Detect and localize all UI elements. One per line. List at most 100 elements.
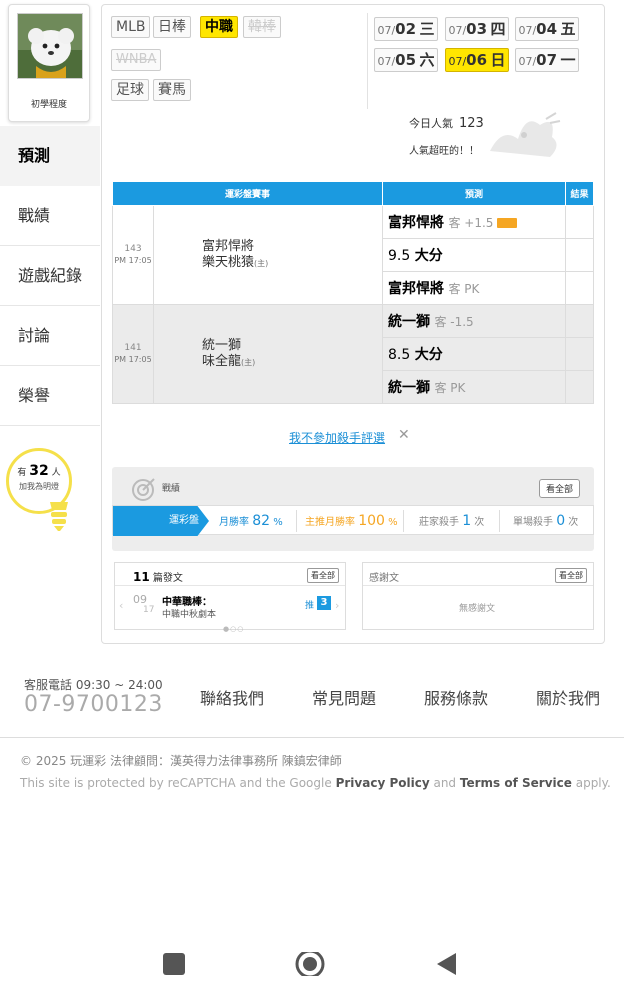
date-tab-0702[interactable]: 07/02 三 xyxy=(374,17,438,41)
date-tab-0705[interactable]: 07/05 六 xyxy=(374,48,438,72)
date-weekday: 四 xyxy=(490,20,506,38)
post-date-day: 17 xyxy=(143,605,155,615)
league-tab-soccer[interactable]: 足球 xyxy=(111,79,149,101)
pred-main: 統一獅 xyxy=(388,314,430,330)
popularity: 今日人氣 123 xyxy=(409,115,484,131)
pred-bold: 大分 xyxy=(414,347,443,363)
bulb-count-line: 有 32 人 xyxy=(9,463,69,479)
stat-unit: 次 xyxy=(474,517,485,528)
footer-link-terms[interactable]: 服務條款 xyxy=(424,685,488,709)
date-md: 07/ xyxy=(448,55,467,68)
league-tab-cpbl[interactable]: 中職 xyxy=(200,16,238,38)
circle-nav-icon[interactable] xyxy=(294,952,326,976)
posts-view-all-button[interactable]: 看全部 xyxy=(307,568,339,583)
date-tab-0703[interactable]: 07/03 四 xyxy=(445,17,509,41)
game-number: 143 PM 17:05 xyxy=(112,205,154,305)
post-subtitle[interactable]: 中職中秋劇本 xyxy=(162,607,216,620)
posts-label: 篇發文 xyxy=(152,573,183,584)
footer-link-about[interactable]: 關於我們 xyxy=(536,685,600,709)
thanks-title: 感謝文 xyxy=(369,573,399,584)
chevron-left-icon[interactable]: ‹ xyxy=(119,599,123,612)
pred-bold: 大分 xyxy=(414,248,443,264)
prediction-cell: 統一獅 客 -1.5 xyxy=(382,304,566,338)
post-title[interactable]: 中華職棒： xyxy=(162,593,212,608)
stat-value: 0 xyxy=(556,513,566,529)
sidebar-item-honor[interactable]: 榮譽 xyxy=(0,366,100,426)
home-team: 味全龍 xyxy=(202,353,242,369)
record-tab-sports-lottery[interactable]: 運彩盤 xyxy=(113,506,209,536)
prediction-cell: 統一獅 客 PK xyxy=(382,370,566,404)
result-cell xyxy=(565,337,594,371)
result-cell xyxy=(565,304,594,338)
game-time: PM 17:05 xyxy=(114,355,152,364)
sidebar-item-discussion[interactable]: 討論 xyxy=(0,306,100,366)
league-tab-kbo[interactable]: 韓棒 xyxy=(243,16,281,38)
prediction-cell: 富邦悍將 客 PK xyxy=(382,271,566,305)
games-table: 運彩盤賽事 預測 結果 143 PM 17:05 富邦悍將 樂天桃猿(主) 富邦悍將… xyxy=(112,181,594,404)
posts-title: 11 篇發文 xyxy=(133,569,183,584)
avatar[interactable] xyxy=(17,13,83,79)
record-view-all-button[interactable]: 看全部 xyxy=(538,479,580,498)
game-teams[interactable]: 富邦悍將 樂天桃猿(主) xyxy=(153,205,383,305)
main-pick-badge xyxy=(497,218,518,228)
date-md: 07/ xyxy=(518,55,537,68)
back-nav-icon[interactable] xyxy=(434,952,458,976)
header-result: 結果 xyxy=(565,181,594,206)
date-weekday: 一 xyxy=(560,51,576,69)
divider xyxy=(296,510,297,532)
stat-unit: % xyxy=(273,517,283,528)
game-teams[interactable]: 統一獅 味全龍(主) xyxy=(153,304,383,404)
date-tab-0704[interactable]: 07/04 五 xyxy=(515,17,579,41)
date-tab-0706[interactable]: 07/06 日 xyxy=(445,48,509,72)
chevron-right-icon[interactable]: › xyxy=(335,599,339,612)
privacy-policy-link[interactable]: Privacy Policy xyxy=(336,776,430,790)
mascot-icon xyxy=(490,112,561,157)
date-weekday: 六 xyxy=(419,51,435,69)
user-level: 初學程度 xyxy=(30,100,67,110)
stat-label: 單場殺手 xyxy=(513,517,553,528)
game-num: 141 xyxy=(124,343,142,353)
recaptcha-apply: apply. xyxy=(575,776,611,790)
footer-link-contact[interactable]: 聯絡我們 xyxy=(200,685,264,709)
date-day: 06 xyxy=(466,51,488,69)
support-hours: 客服電話 09:30 ~ 24:00 xyxy=(24,678,163,692)
sidebar-item-record[interactable]: 戰績 xyxy=(0,186,100,246)
divider xyxy=(367,13,368,109)
home-team: 樂天桃猿 xyxy=(202,254,255,270)
stat-label: 莊家殺手 xyxy=(419,517,459,528)
single-game-killer: 單場殺手 0 次 xyxy=(513,506,578,536)
pred-main: 富邦悍將 xyxy=(388,281,444,297)
profile-card[interactable]: 初學程度 xyxy=(8,4,90,122)
league-tab-wnba[interactable]: WNBA xyxy=(111,49,162,71)
league-tab-npb[interactable]: 日棒 xyxy=(153,16,191,38)
square-nav-icon[interactable] xyxy=(162,952,186,976)
bulb-prefix: 有 xyxy=(17,468,27,478)
support-phone[interactable]: 07-9700123 xyxy=(24,692,163,717)
footer-link-faq[interactable]: 常見問題 xyxy=(312,685,376,709)
result-cell xyxy=(565,238,594,272)
date-md: 07/ xyxy=(377,24,396,37)
bulb-suffix: 人 xyxy=(51,468,61,478)
date-day: 07 xyxy=(536,51,558,69)
target-icon xyxy=(132,478,155,501)
table-row: 143 PM 17:05 富邦悍將 樂天桃猿(主) 富邦悍將 客 +1.5 xyxy=(112,205,594,305)
date-tab-0707[interactable]: 07/07 一 xyxy=(515,48,579,72)
divider xyxy=(363,585,593,586)
pred-sub: 客 -1.5 xyxy=(434,315,474,329)
pred-main: 9.5 xyxy=(388,248,411,264)
close-icon[interactable]: ✕ xyxy=(398,427,410,443)
sidebar-item-game-log[interactable]: 遊戲紀錄 xyxy=(0,246,100,306)
league-tab-mlb[interactable]: MLB xyxy=(111,16,151,38)
thanks-view-all-button[interactable]: 看全部 xyxy=(555,568,587,583)
header-games: 運彩盤賽事 xyxy=(112,181,383,206)
recaptcha-text: This site is protected by reCAPTCHA and … xyxy=(20,776,332,790)
opt-out-killer-link[interactable]: 我不參加殺手評選 xyxy=(289,429,385,446)
game-time: PM 17:05 xyxy=(114,256,152,265)
popularity-label: 今日人氣 xyxy=(409,117,453,130)
terms-of-service-link[interactable]: Terms of Service xyxy=(460,776,572,790)
sidebar-item-predict[interactable]: 預測 xyxy=(0,126,100,186)
popularity-note: 人氣超旺的！！ xyxy=(409,146,479,157)
stat-value: 82 xyxy=(252,513,271,529)
pred-sub: 客 +1.5 xyxy=(448,216,494,230)
league-tab-horse-racing[interactable]: 賽馬 xyxy=(153,79,191,101)
